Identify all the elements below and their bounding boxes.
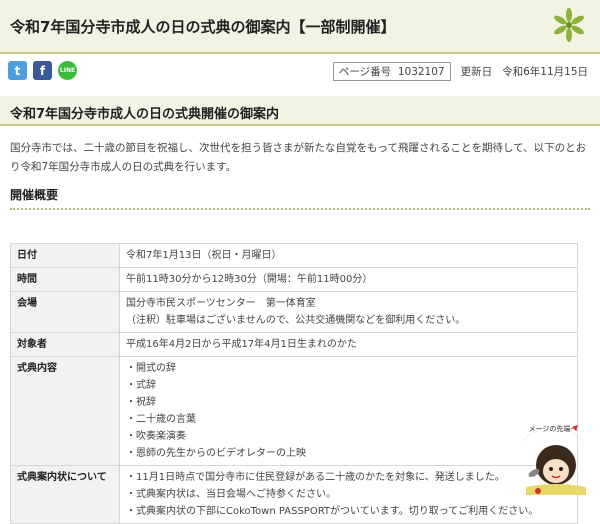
row-key: 会場 bbox=[10, 291, 120, 333]
row-value-line: ・式典案内状の下部にCokoTown PASSPORTがついています。切り取って… bbox=[126, 506, 539, 517]
table-row: 会場 国分寺市民スポーツセンター 第一体育室 （注釈）駐車場はございませんので、公共… bbox=[10, 291, 578, 333]
updated-date: 令和6年11月15日 bbox=[502, 66, 588, 78]
facebook-icon: f bbox=[39, 63, 46, 78]
row-value-line: ・11月1日時点で国分寺市に住民登録がある二十歳のかたを対象に、発送しました。 bbox=[126, 472, 505, 483]
row-value-line: ・恩師の先生からのビデオレターの上映 bbox=[126, 448, 306, 459]
twitter-share-button[interactable]: t bbox=[8, 61, 27, 80]
page-title: 令和7年国分寺市成人の日の式典の御案内【一部制開催】 bbox=[10, 18, 396, 36]
page-number: 1032107 bbox=[397, 66, 445, 78]
updated-label: 更新日 bbox=[460, 66, 493, 78]
row-key: 日付 bbox=[10, 243, 120, 268]
section-title: 令和7年国分寺市成人の日の式典開催の御案内 bbox=[10, 107, 280, 122]
title-bar: 令和7年国分寺市成人の日の式典の御案内【一部制開催】 bbox=[0, 0, 600, 54]
row-value-line: ・開式の辞 bbox=[126, 363, 176, 374]
facebook-share-button[interactable]: f bbox=[33, 61, 52, 80]
page-number-label: ページ番号 bbox=[338, 66, 392, 78]
table-row: 対象者 平成16年4月2日から平成17年4月1日生まれのかた bbox=[10, 332, 578, 357]
overview-heading: 開催概要 bbox=[10, 188, 59, 202]
row-key: 式典内容 bbox=[10, 356, 120, 466]
table-row: 時間 午前11時30分から12時30分（開場：午前11時00分） bbox=[10, 267, 578, 292]
row-value-line: 午前11時30分から12時30分（開場：午前11時00分） bbox=[126, 274, 373, 285]
row-value-line: 国分寺市民スポーツセンター 第一体育室 bbox=[126, 298, 316, 309]
mascot-icon: メージの先端へ bbox=[521, 424, 586, 495]
table-row: 式典内容 ・開式の辞・式辞・祝辞・二十歳の言葉 ・吹奏楽演奏・恩師の先生からのビデオ… bbox=[10, 356, 578, 466]
mascot-caption: メージの先端へ bbox=[529, 424, 578, 433]
intro-text: 国分寺市では、二十歳の節目を祝福し、次世代を担う皆さまが新たな自覚をもって飛躍さ… bbox=[10, 142, 587, 173]
row-value-line: 令和7年1月13日（祝日・月曜日） bbox=[126, 250, 282, 261]
row-value: 国分寺市民スポーツセンター 第一体育室 （注釈）駐車場はございませんので、公共交通… bbox=[119, 291, 578, 333]
line-share-button[interactable]: LINE bbox=[58, 61, 77, 80]
row-value-line: （注釈）駐車場はございませんので、公共交通機関などを御利用ください。 bbox=[126, 315, 466, 326]
page-number-box: ページ番号 1032107 bbox=[332, 62, 451, 81]
table-row: 日付 令和7年1月13日（祝日・月曜日） bbox=[10, 243, 578, 268]
row-key: 時間 bbox=[10, 267, 120, 292]
row-value-line: ・式典案内状は、当日会場へご持参ください。 bbox=[126, 489, 336, 500]
row-value-line: 平成16年4月2日から平成17年4月1日生まれのかた bbox=[126, 339, 357, 350]
row-value-line: ・式辞 bbox=[126, 380, 156, 391]
row-value-line: ・二十歳の言葉 bbox=[126, 414, 196, 425]
line-icon: LINE bbox=[59, 67, 76, 74]
dotted-divider bbox=[10, 208, 590, 210]
row-value: ・開式の辞・式辞・祝辞・二十歳の言葉 ・吹奏楽演奏・恩師の先生からのビデオレターの… bbox=[119, 356, 578, 466]
page-meta: ページ番号 1032107 更新日 令和6年11月15日 bbox=[332, 62, 588, 81]
row-value: 平成16年4月2日から平成17年4月1日生まれのかた bbox=[119, 332, 578, 357]
row-value-line: ・吹奏楽演奏 bbox=[126, 431, 186, 442]
section-bar: 令和7年国分寺市成人の日の式典開催の御案内 bbox=[0, 96, 600, 126]
info-table: 日付 令和7年1月13日（祝日・月曜日） 時間 午前11時30分から12時30分（開場… bbox=[10, 243, 578, 524]
row-value: 午前11時30分から12時30分（開場：午前11時00分） bbox=[119, 267, 578, 292]
row-key: 対象者 bbox=[10, 332, 120, 357]
share-buttons: t f LINE bbox=[8, 61, 77, 80]
table-row: 式典案内状について ・11月1日時点で国分寺市に住民登録がある二十歳のかたを対象に… bbox=[10, 465, 578, 524]
row-key: 式典案内状について bbox=[10, 465, 120, 524]
leaf-logo-icon bbox=[554, 8, 584, 42]
row-value: ・11月1日時点で国分寺市に住民登録がある二十歳のかたを対象に、発送しました。・… bbox=[119, 465, 578, 524]
row-value: 令和7年1月13日（祝日・月曜日） bbox=[119, 243, 578, 268]
row-value-line: ・祝辞 bbox=[126, 397, 156, 408]
twitter-icon: t bbox=[14, 63, 21, 78]
